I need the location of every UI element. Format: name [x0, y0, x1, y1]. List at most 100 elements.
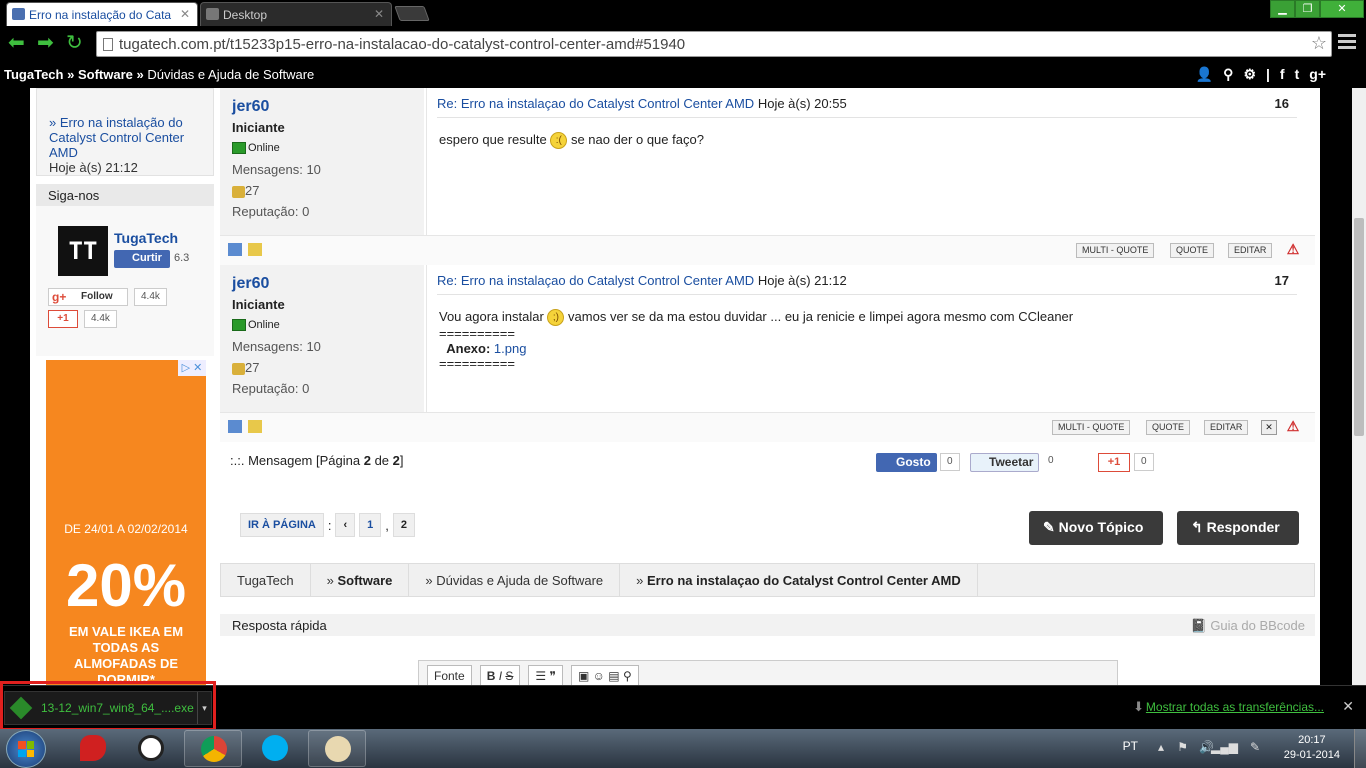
network-icon[interactable]: ▂▄▆	[1211, 740, 1238, 754]
breadcrumb-forum[interactable]: » Dúvidas e Ajuda de Software	[409, 564, 621, 596]
post-number[interactable]: 17	[1275, 273, 1289, 288]
post-footer: MULTI - QUOTE QUOTE EDITAR ⚠	[220, 235, 1315, 265]
new-tab-button[interactable]	[394, 6, 430, 21]
search-icon[interactable]: ⚲	[1223, 66, 1233, 83]
forward-arrow-icon[interactable]: ➡	[37, 33, 54, 53]
close-download-bar-icon[interactable]: ✕	[1342, 698, 1354, 715]
pencil-icon[interactable]	[248, 243, 262, 256]
ad-choices-icon[interactable]: ▷ ✕	[178, 360, 206, 376]
brand-name[interactable]: TugaTech	[114, 230, 178, 246]
show-desktop-button[interactable]	[1354, 729, 1366, 768]
back-arrow-icon[interactable]: ⬅	[8, 33, 25, 53]
facebook-like-button[interactable]: Gosto	[876, 453, 937, 472]
image-icon[interactable]: ▣	[578, 669, 589, 683]
table-icon[interactable]: ▤	[608, 669, 619, 683]
bookmark-star-icon[interactable]: ☆	[1311, 33, 1327, 54]
edit-button[interactable]: EDITAR	[1228, 243, 1273, 258]
report-icon[interactable]: ⚠	[1285, 418, 1301, 434]
edit-button[interactable]: EDITAR	[1204, 420, 1249, 435]
google-plus-one-button[interactable]: +1	[48, 310, 78, 328]
follow-box: TT TugaTech Curtir 6.3 g+ Follow 4.4k +1 …	[36, 206, 214, 356]
quote-button[interactable]: QUOTE	[1146, 420, 1191, 435]
show-all-downloads-link[interactable]: Mostrar todas as transferências...	[1146, 700, 1324, 714]
tweet-button[interactable]: Tweetar	[970, 453, 1040, 472]
nav-section-link[interactable]: Software	[78, 67, 133, 82]
author-name[interactable]: jer60	[232, 96, 412, 117]
gear-icon[interactable]: ⚙	[1243, 66, 1256, 83]
browser-menu-icon[interactable]	[1338, 34, 1356, 52]
recent-topics-box: » Erro na instalação do Catalyst Control…	[36, 88, 214, 176]
recent-topic-item[interactable]: » Erro na instalação do Catalyst Control…	[37, 89, 213, 175]
action-center-icon[interactable]: ⚑	[1177, 740, 1188, 754]
taskbar-paint-app[interactable]	[308, 730, 366, 767]
tab-forum[interactable]: Erro na instalação do Cata ✕	[6, 2, 198, 26]
minimize-icon[interactable]: ▁	[1270, 0, 1295, 18]
taskbar-pin-app[interactable]	[64, 730, 122, 767]
download-arrow-icon: ⬇	[1133, 699, 1144, 714]
list-icon[interactable]: ☰	[535, 669, 546, 683]
site-icons: 👤 ⚲ ⚙ | f t g+	[1196, 66, 1326, 83]
post-title-link[interactable]: Re: Erro na instalaçao do Catalyst Contr…	[437, 273, 754, 288]
italic-button[interactable]: I	[499, 669, 502, 683]
bold-button[interactable]: B	[487, 669, 496, 683]
pin-tray-icon[interactable]: ✎	[1250, 740, 1260, 754]
breadcrumb-topic[interactable]: » Erro na instalaçao do Catalyst Control…	[620, 564, 978, 596]
page-scrollbar[interactable]	[1352, 88, 1366, 685]
users-icon[interactable]	[228, 420, 242, 433]
tab-desktop[interactable]: Desktop ✕	[200, 2, 392, 26]
taskbar-clock-app[interactable]	[122, 730, 180, 767]
prev-page-button[interactable]: ‹	[335, 513, 356, 537]
user-icon[interactable]: 👤	[1196, 66, 1213, 83]
post-time: Hoje à(s) 20:55	[757, 96, 847, 111]
scrollbar-thumb[interactable]	[1354, 218, 1364, 436]
author-name[interactable]: jer60	[232, 273, 412, 294]
multi-quote-button[interactable]: MULTI - QUOTE	[1076, 243, 1155, 258]
google-plus-one-button[interactable]: +1	[1098, 453, 1130, 472]
multi-quote-button[interactable]: MULTI - QUOTE	[1052, 420, 1131, 435]
users-icon[interactable]	[228, 243, 242, 256]
twitter-icon[interactable]: t	[1295, 66, 1300, 83]
facebook-like-button[interactable]: Curtir	[114, 250, 170, 268]
breadcrumb-section[interactable]: » Software	[311, 564, 410, 596]
quote-icon[interactable]: ❞	[550, 669, 556, 683]
google-follow-button[interactable]: g+ Follow	[48, 288, 128, 306]
google-follow-label: Follow	[81, 291, 113, 302]
post-title-link[interactable]: Re: Erro na instalaçao do Catalyst Contr…	[437, 96, 754, 111]
tray-expand-icon[interactable]: ▴	[1158, 740, 1164, 754]
google-plus-icon[interactable]: g+	[1309, 66, 1326, 83]
strike-button[interactable]: S	[505, 669, 513, 683]
follow-title: Siga-nos	[36, 184, 214, 206]
restore-icon[interactable]: ❐	[1295, 0, 1320, 18]
close-window-icon[interactable]: ✕	[1320, 0, 1364, 18]
report-icon[interactable]: ⚠	[1285, 241, 1301, 257]
tab-close-icon[interactable]: ✕	[180, 7, 190, 21]
font-button[interactable]: Fonte	[427, 665, 472, 685]
pencil-icon[interactable]	[248, 420, 262, 433]
smiley-icon[interactable]: ☺	[593, 669, 605, 683]
quote-button[interactable]: QUOTE	[1170, 243, 1215, 258]
nav-subsection-link[interactable]: Dúvidas e Ajuda de Software	[147, 67, 314, 82]
taskbar-skype-app[interactable]	[246, 730, 304, 767]
system-clock[interactable]: 20:17 29-01-2014	[1284, 733, 1340, 763]
reply-button[interactable]: ↰ Responder	[1177, 511, 1299, 545]
nav-home-link[interactable]: TugaTech	[4, 67, 63, 82]
post-number[interactable]: 16	[1275, 96, 1289, 111]
clock-date: 29-01-2014	[1283, 749, 1340, 761]
page-2-link[interactable]: 2	[392, 513, 416, 537]
search-icon[interactable]: ⚲	[623, 669, 632, 683]
bbcode-guide-link[interactable]: 📓 Guia do BBcode	[1191, 618, 1306, 634]
attachment-link[interactable]: 1.png	[494, 341, 527, 356]
new-topic-button[interactable]: ✎ Novo Tópico	[1029, 511, 1163, 545]
page-1-link[interactable]: 1	[359, 513, 382, 537]
breadcrumb-home[interactable]: TugaTech	[221, 564, 311, 596]
language-indicator[interactable]: PT	[1123, 739, 1138, 753]
goto-page-button[interactable]: IR À PÁGINA	[240, 513, 324, 537]
reload-icon[interactable]: ↻	[66, 33, 83, 53]
recent-topic-link[interactable]: » Erro na instalação do Catalyst Control…	[49, 115, 184, 160]
ikea-ad-banner[interactable]: ▷ ✕ DE 24/01 A 02/02/2014 20% EM VALE IK…	[46, 360, 206, 685]
tab-close-icon[interactable]: ✕	[374, 7, 384, 21]
taskbar-chrome-app[interactable]	[184, 730, 242, 767]
delete-icon[interactable]: ✕	[1261, 420, 1277, 435]
address-bar[interactable]: tugatech.com.pt/t15233p15-erro-na-instal…	[96, 31, 1332, 57]
facebook-icon[interactable]: f	[1280, 66, 1285, 83]
